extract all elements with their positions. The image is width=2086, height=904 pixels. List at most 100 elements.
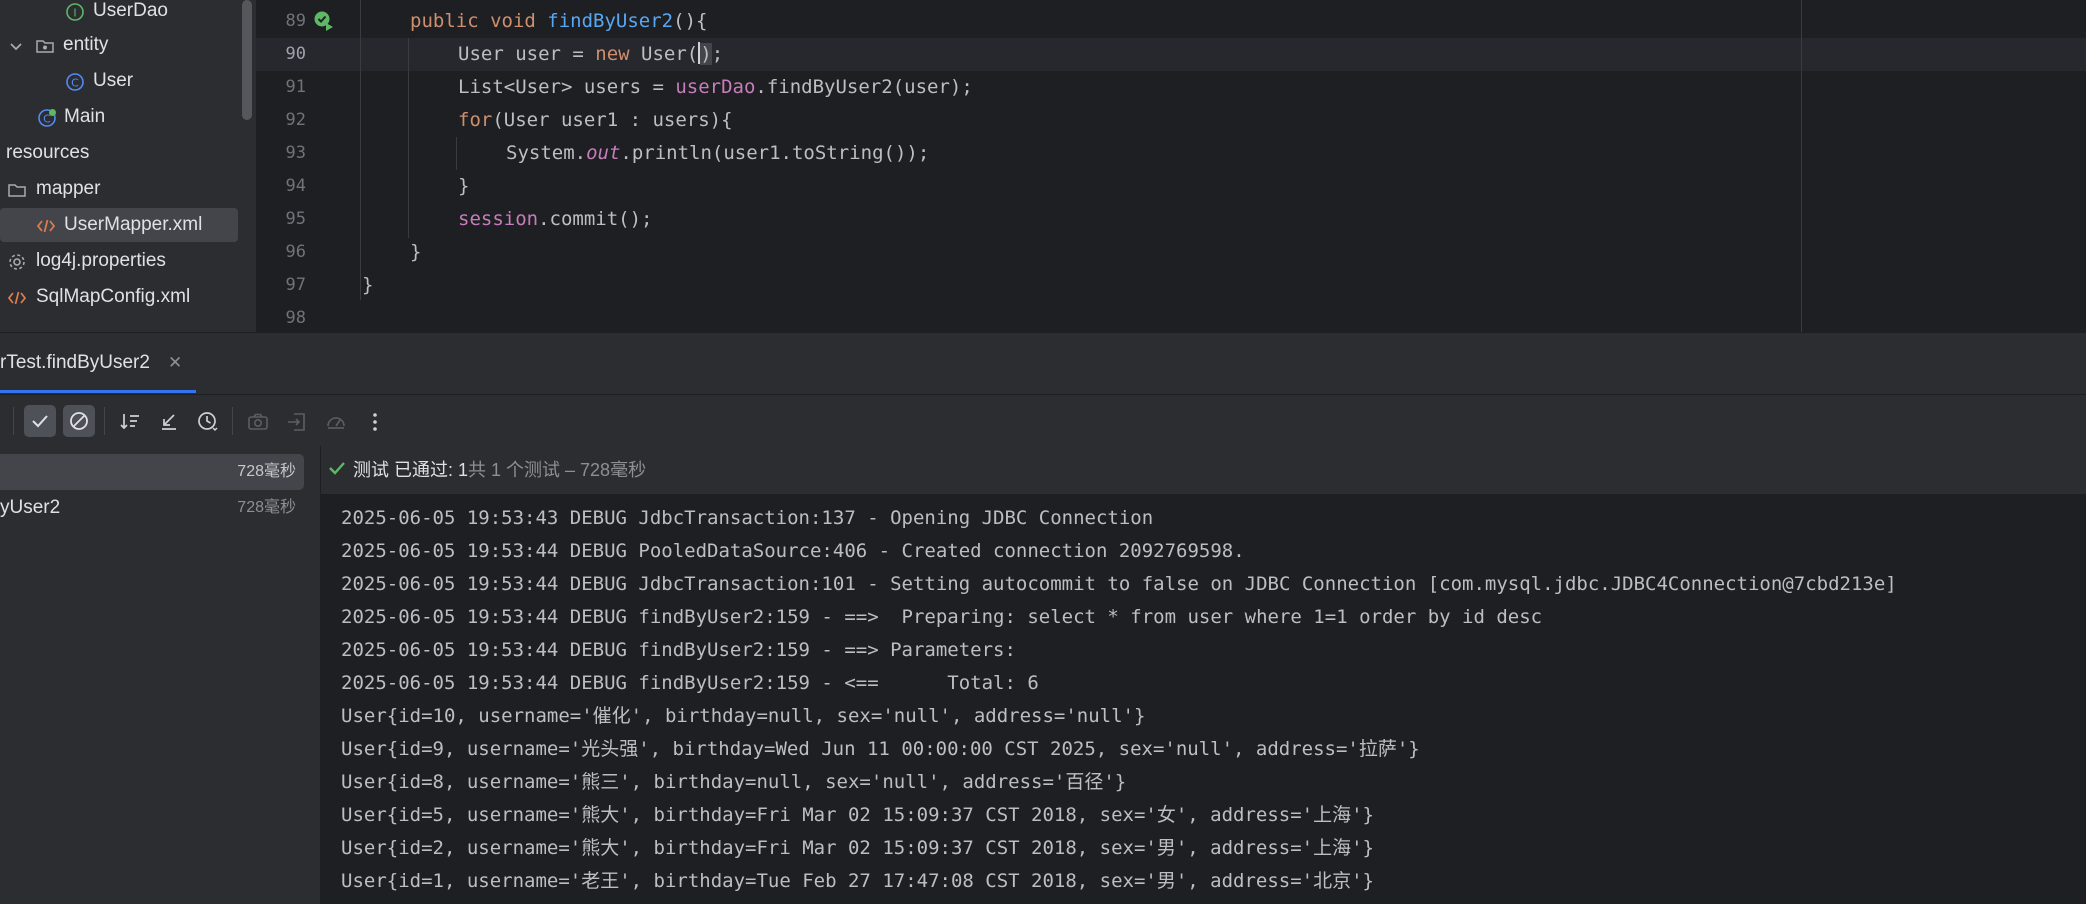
test-class-icon: C — [38, 109, 56, 127]
log-line: 2025-06-05 19:53:44 DEBUG PooledDataSour… — [341, 540, 1245, 562]
line-number: 94 — [285, 176, 306, 196]
sort-button[interactable] — [113, 405, 145, 437]
tree-item-sqlmapconfig-xml[interactable]: SqlMapConfig.xml — [0, 280, 240, 314]
tree-item-main[interactable]: C Main — [12, 100, 240, 134]
code-line-89: public void findByUser2(){ — [410, 10, 708, 32]
test-row-root[interactable]: 728毫秒 — [0, 454, 304, 490]
log-line: User{id=9, username='光头强', birthday=Wed … — [341, 738, 1420, 760]
interface-icon: I — [66, 3, 84, 21]
log-line: User{id=10, username='催化', birthday=null… — [341, 705, 1146, 727]
tree-item-label: resources — [6, 142, 90, 163]
tree-item-label: Main — [64, 106, 106, 127]
code-line-91: List<User> users = userDao.findByUser2(u… — [458, 76, 973, 98]
line-number: 96 — [285, 242, 306, 262]
more-vertical-icon — [373, 413, 377, 431]
test-name: yUser2 — [0, 497, 61, 518]
screenshot-button[interactable] — [241, 405, 273, 437]
tree-item-label: mapper — [36, 178, 101, 199]
indent-guide — [360, 0, 361, 300]
tree-item-userdao[interactable]: I UserDao — [40, 0, 240, 28]
line-number: 93 — [285, 143, 306, 163]
toolbar-separator — [104, 407, 105, 435]
code-editor[interactable]: 89 90 91 92 93 94 95 96 97 98 public voi… — [256, 0, 2086, 332]
log-line: User{id=1, username='老王', birthday=Tue F… — [341, 870, 1374, 892]
checkmark-icon — [32, 415, 48, 428]
log-line: User{id=8, username='熊三', birthday=null,… — [341, 771, 1127, 793]
collapse-button[interactable] — [152, 405, 184, 437]
right-margin-guide — [1801, 0, 1802, 332]
run-toolbar — [0, 394, 2086, 448]
tree-item-label: UserDao — [93, 0, 168, 21]
test-duration: 728毫秒 — [237, 499, 296, 516]
indent-guide — [408, 38, 409, 238]
log-line: 2025-06-05 19:53:44 DEBUG findByUser2:15… — [341, 672, 1039, 694]
code-line-90: User user = new User(); — [458, 41, 724, 65]
test-status-bar: 测试 已通过: 1共 1 个测试 – 728毫秒 — [321, 446, 2086, 495]
clock-icon — [198, 412, 218, 432]
line-number: 98 — [285, 308, 306, 328]
close-icon[interactable]: ✕ — [168, 333, 182, 393]
collapse-icon — [162, 414, 176, 430]
camera-icon — [248, 413, 268, 430]
test-row-findbyuser2[interactable]: yUser2 728毫秒 — [0, 490, 304, 526]
run-tab-label: rTest.findByUser2 — [0, 352, 150, 373]
svg-text:C: C — [71, 77, 79, 90]
folder-icon — [36, 40, 54, 53]
code-line-92: for(User user1 : users){ — [458, 109, 733, 131]
more-options-button[interactable] — [358, 405, 390, 437]
line-number: 92 — [285, 110, 306, 130]
code-line-97: } — [362, 274, 374, 296]
log-line: User{id=5, username='熊大', birthday=Fri M… — [341, 804, 1374, 826]
tree-item-label: User — [93, 70, 134, 91]
line-number: 95 — [285, 209, 306, 229]
test-duration: 728毫秒 — [237, 463, 296, 480]
code-line-94: } — [458, 175, 470, 197]
import-button[interactable] — [280, 405, 312, 437]
svg-text:I: I — [73, 7, 76, 20]
test-results-tree: 728毫秒 yUser2 728毫秒 — [0, 446, 321, 904]
coverage-button[interactable] — [319, 405, 351, 437]
console-output[interactable]: 测试 已通过: 1共 1 个测试 – 728毫秒 2025-06-05 19:5… — [321, 446, 2086, 904]
tree-item-label: UserMapper.xml — [64, 214, 203, 235]
show-ignored-button[interactable] — [63, 405, 95, 437]
tree-scrollbar[interactable] — [242, 0, 256, 332]
code-line-96: } — [410, 241, 422, 263]
log-line: 2025-06-05 19:53:43 DEBUG JdbcTransactio… — [341, 507, 1154, 529]
tree-item-label: SqlMapConfig.xml — [36, 286, 191, 307]
run-tab[interactable]: rTest.findByUser2 — [0, 333, 150, 393]
active-tab-indicator — [0, 390, 196, 393]
code-line-93: System.out.println(user1.toString()); — [506, 142, 930, 164]
toolbar-separator — [232, 407, 233, 435]
log-line: 2025-06-05 19:53:44 DEBUG findByUser2:15… — [341, 639, 1028, 661]
import-icon — [288, 413, 305, 431]
line-number: 90 — [285, 44, 306, 64]
tree-item-usermapper-xml[interactable]: UserMapper.xml — [0, 208, 238, 242]
sort-icon — [120, 414, 139, 430]
tree-item-mapper[interactable]: mapper — [0, 172, 240, 206]
ignored-icon — [70, 412, 88, 430]
line-number: 91 — [285, 77, 306, 97]
run-test-gutter-icon[interactable] — [313, 10, 335, 32]
project-tree: I UserDao entity C User C Main resources… — [0, 0, 242, 332]
tree-item-resources[interactable]: resources — [0, 136, 240, 170]
indent-guide — [456, 137, 457, 170]
toolbar-separator — [13, 407, 14, 435]
history-button[interactable] — [191, 405, 223, 437]
folder-icon — [8, 184, 26, 197]
chevron-down-icon[interactable] — [6, 36, 26, 56]
code-line-95: session.commit(); — [458, 208, 653, 230]
check-icon — [329, 462, 345, 475]
tree-item-label: entity — [63, 34, 109, 55]
tree-scrollbar-thumb[interactable] — [242, 0, 252, 120]
tree-item-label: log4j.properties — [36, 250, 166, 271]
line-number: 97 — [285, 275, 306, 295]
log-line: User{id=2, username='熊大', birthday=Fri M… — [341, 837, 1374, 859]
tree-item-user[interactable]: C User — [40, 64, 240, 98]
gear-icon — [9, 254, 25, 270]
class-icon: C — [66, 73, 84, 91]
show-passed-button[interactable] — [24, 405, 56, 437]
test-status-text: 测试 已通过: 1共 1 个测试 – 728毫秒 — [353, 460, 647, 480]
tree-item-entity[interactable]: entity — [0, 28, 240, 62]
tree-item-log4j-properties[interactable]: log4j.properties — [0, 244, 240, 278]
log-line: 2025-06-05 19:53:44 DEBUG JdbcTransactio… — [341, 573, 1897, 595]
